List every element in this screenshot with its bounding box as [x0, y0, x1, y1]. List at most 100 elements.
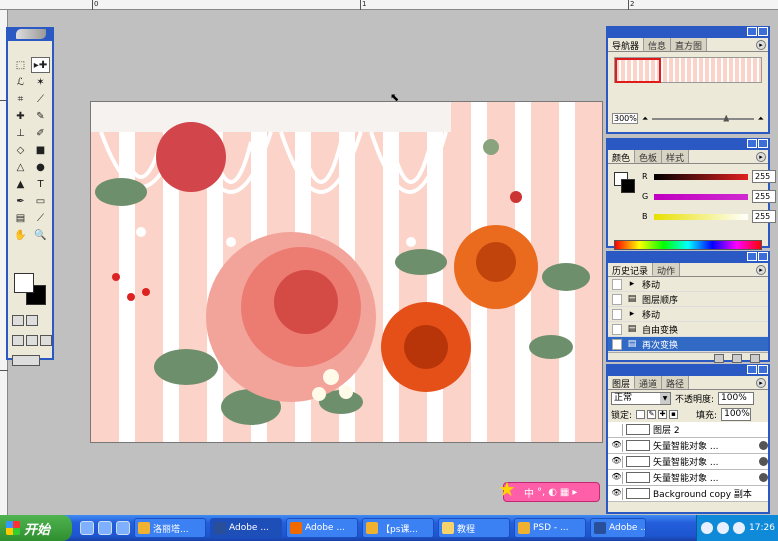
history-checkbox[interactable]	[612, 278, 622, 290]
history-state[interactable]: ▤ 自由变换	[608, 322, 768, 337]
move-tool-icon[interactable]: ▸✚	[31, 57, 50, 73]
tab-actions[interactable]: 动作	[653, 263, 681, 277]
layer-row[interactable]: 👁 矢量智能对象 ...	[608, 470, 768, 486]
screen-mode-menu-icon[interactable]	[26, 335, 38, 346]
zoom-out-icon[interactable]: ⏶	[642, 114, 648, 124]
minimize-icon[interactable]	[747, 139, 757, 148]
ie-icon[interactable]	[80, 521, 94, 535]
history-brush-tool-icon[interactable]: ✐	[31, 125, 50, 141]
history-checkbox[interactable]	[612, 293, 622, 305]
minimize-icon[interactable]	[747, 365, 757, 374]
lock-transparency-icon[interactable]	[636, 409, 646, 419]
lock-all-icon[interactable]: ▪	[669, 409, 679, 419]
quick-mask-mode-icon[interactable]	[26, 315, 38, 326]
green-slider[interactable]	[654, 193, 748, 200]
fill-field[interactable]: 100%	[721, 407, 752, 421]
tab-color[interactable]: 颜色	[608, 150, 636, 164]
close-icon[interactable]	[758, 27, 768, 36]
tab-paths[interactable]: 路径	[662, 376, 690, 390]
history-state-selected[interactable]: ▤ 再次变换	[608, 337, 768, 352]
panel-menu-icon[interactable]: ▸	[756, 378, 766, 388]
eraser-tool-icon[interactable]: ◇	[11, 142, 30, 158]
tab-navigator[interactable]: 导航器	[608, 38, 645, 52]
clone-stamp-tool-icon[interactable]: ⊥	[11, 125, 30, 141]
security-icon[interactable]	[733, 522, 745, 534]
ime-settings-icon[interactable]: ▸	[572, 487, 577, 498]
screen-mode-standard-icon[interactable]	[12, 335, 24, 346]
horizontal-ruler[interactable]: 0 1 2	[0, 0, 778, 10]
notes-tool-icon[interactable]: ▤	[11, 210, 30, 226]
tab-info[interactable]: 信息	[644, 38, 672, 52]
foreground-color-swatch[interactable]	[14, 273, 34, 293]
panel-menu-icon[interactable]: ▸	[756, 265, 766, 275]
lock-position-icon[interactable]: ✚	[658, 409, 668, 419]
show-desktop-icon[interactable]	[98, 521, 112, 535]
tab-history[interactable]: 历史记录	[608, 263, 654, 277]
gradient-tool-icon[interactable]: ■	[31, 142, 50, 158]
brush-tool-icon[interactable]: ✎	[31, 108, 50, 124]
close-icon[interactable]	[758, 365, 768, 374]
taskbar-button[interactable]: 洛丽塔...	[134, 518, 206, 538]
zoom-percent-field[interactable]: 300%	[612, 113, 638, 124]
eye-icon[interactable]: 👁	[611, 471, 623, 484]
green-value-field[interactable]: 255	[752, 190, 776, 203]
network-icon[interactable]	[701, 522, 713, 534]
red-slider[interactable]	[654, 173, 748, 180]
history-state[interactable]: ▸ 移动	[608, 307, 768, 322]
slider-knob[interactable]	[723, 114, 730, 122]
layer-row[interactable]: 👁 矢量智能对象 ...	[608, 454, 768, 470]
close-icon[interactable]	[758, 252, 768, 261]
new-snapshot-icon[interactable]	[732, 354, 742, 363]
lasso-tool-icon[interactable]: ℒ	[11, 74, 30, 90]
tab-histogram[interactable]: 直方图	[671, 38, 708, 52]
dodge-tool-icon[interactable]: ●	[31, 159, 50, 175]
layer-row[interactable]: 图层 2	[608, 422, 768, 438]
color-fg-bg-swatch[interactable]	[614, 172, 636, 194]
navigator-view-box[interactable]	[615, 58, 661, 83]
zoom-tool-icon[interactable]: 🔍	[31, 227, 50, 243]
trash-icon[interactable]	[750, 354, 760, 363]
shape-tool-icon[interactable]: ▭	[31, 193, 50, 209]
type-tool-icon[interactable]: T	[31, 176, 50, 192]
taskbar-button[interactable]: Adobe ...	[590, 518, 646, 538]
history-checkbox[interactable]	[612, 308, 622, 320]
screen-mode-full-icon[interactable]	[40, 335, 52, 346]
eye-icon[interactable]: 👁	[611, 439, 623, 452]
taskbar-button[interactable]: Adobe ...	[210, 518, 282, 538]
navigator-thumbnail[interactable]	[614, 57, 762, 83]
tools-palette[interactable]: ⬚ ▸✚ ℒ ✶ ⌗ ⟋ ✚ ✎ ⊥ ✐ ◇ ■ △ ● ▲ T ✒ ▭ ▤ ⟋…	[6, 27, 54, 366]
new-document-from-state-icon[interactable]	[714, 354, 724, 363]
taskbar-button[interactable]: 【ps课...	[362, 518, 434, 538]
visibility-toggle[interactable]	[611, 423, 623, 436]
close-icon[interactable]	[758, 139, 768, 148]
history-checkbox[interactable]	[612, 323, 622, 335]
ime-punctuation-icon[interactable]: °,	[537, 487, 545, 498]
ime-mode-label[interactable]: 中	[524, 485, 534, 500]
zoom-in-icon[interactable]: ⏶	[758, 114, 764, 124]
path-selection-tool-icon[interactable]: ▲	[11, 176, 30, 192]
panel-menu-icon[interactable]: ▸	[756, 40, 766, 50]
layer-row[interactable]: 👁 矢量智能对象 ...	[608, 438, 768, 454]
hand-tool-icon[interactable]: ✋	[11, 227, 30, 243]
tab-swatches[interactable]: 色板	[635, 150, 663, 164]
marquee-tool-icon[interactable]: ⬚	[11, 57, 30, 73]
eye-icon[interactable]: 👁	[611, 487, 623, 500]
tab-styles[interactable]: 样式	[662, 150, 690, 164]
magic-wand-tool-icon[interactable]: ✶	[31, 74, 50, 90]
quick-launch-icon[interactable]	[116, 521, 130, 535]
pen-tool-icon[interactable]: ✒	[11, 193, 30, 209]
jump-to-imageready-icon[interactable]	[12, 355, 40, 366]
healing-brush-tool-icon[interactable]: ✚	[11, 108, 30, 124]
ime-toolbar[interactable]: ★ 中 °, ◐ ▦ ▸	[498, 477, 600, 502]
eyedropper-tool-icon[interactable]: ⟋	[31, 210, 50, 226]
lock-image-icon[interactable]: ✎	[647, 409, 657, 419]
document-canvas[interactable]	[90, 101, 603, 443]
color-swatches[interactable]	[14, 273, 48, 307]
history-state[interactable]: ▤ 图层顺序	[608, 292, 768, 307]
taskbar-button[interactable]: PSD - ...	[514, 518, 586, 538]
history-checkbox[interactable]	[612, 338, 622, 350]
opacity-field[interactable]: 100%	[718, 391, 755, 405]
blur-tool-icon[interactable]: △	[11, 159, 30, 175]
blue-slider[interactable]	[654, 213, 748, 220]
tab-layers[interactable]: 图层	[608, 376, 636, 390]
